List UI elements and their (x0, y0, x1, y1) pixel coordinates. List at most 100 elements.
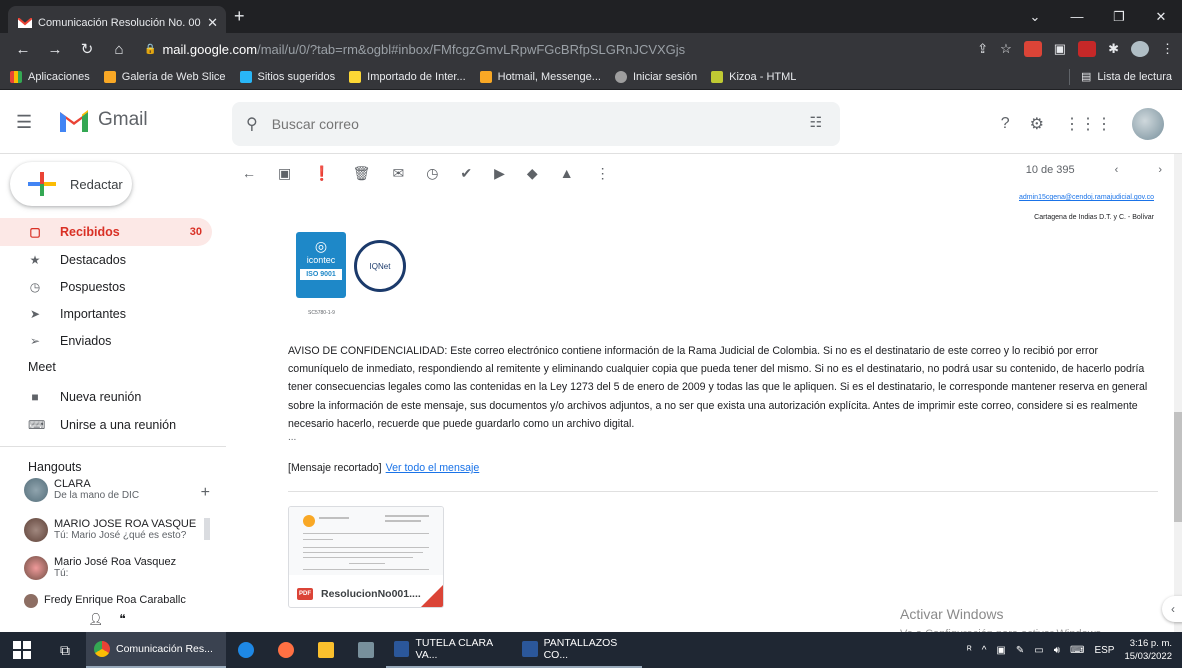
sidebar-item-inbox[interactable]: ▢ Recibidos 30 (0, 218, 212, 246)
extension-lock-icon[interactable]: ▣ (1054, 41, 1066, 57)
extension-abp-icon[interactable] (1023, 41, 1042, 57)
back-to-inbox-icon[interactable]: ← (242, 165, 256, 181)
new-tab-button[interactable]: + (234, 6, 245, 27)
meet-join-meeting[interactable]: ⌨ Unirse a una reunión (0, 411, 212, 439)
hangout-contact-clara[interactable]: CLARA De la mano de DIC + (24, 478, 214, 502)
page-scrollbar[interactable] (1174, 154, 1182, 632)
clock[interactable]: 3:16 p. m. 15/03/2022 (1124, 637, 1172, 663)
bookmark-web-slice[interactable]: Galería de Web Slice (103, 71, 226, 83)
bookmark-iniciar[interactable]: Iniciar sesión (614, 71, 697, 83)
bookmark-label: Kizoa - HTML (729, 71, 797, 83)
bookmark-label: Importado de Inter... (367, 71, 466, 83)
bookmark-hotmail[interactable]: Hotmail, Messenge... (479, 71, 601, 83)
back-icon[interactable]: ← (14, 41, 32, 58)
tab-search-icon[interactable]: ⌄ (1014, 0, 1056, 33)
pen-icon[interactable]: ✎ (1016, 645, 1024, 656)
bookmark-kizoa[interactable]: Kizoa - HTML (711, 71, 796, 83)
taskbar-word-tutela[interactable]: TUTELA CLARA VA... (386, 632, 514, 668)
taskbar-word-pantallazos[interactable]: PANTALLAZOS CO... (514, 632, 642, 668)
hangout-contact-mario-2[interactable]: Mario José Roa Vasquez Tú: (24, 556, 214, 580)
browser-menu-icon[interactable]: ⋮ (1161, 41, 1174, 57)
tray-app-icon[interactable]: ▣ (996, 645, 1005, 656)
hangout-contact-fredy[interactable]: Fredy Enrique Roa Caraballc (24, 594, 214, 610)
sidebar-item-label: Destacados (60, 253, 127, 267)
start-button[interactable] (0, 632, 44, 668)
view-full-message-link[interactable]: Ver todo el mensaje (386, 462, 480, 474)
taskbar-firefox[interactable] (266, 632, 306, 668)
forward-icon[interactable]: → (46, 41, 64, 58)
search-input[interactable] (271, 116, 772, 132)
main-menu-icon[interactable]: ☰ (16, 112, 32, 133)
move-to-icon[interactable]: ▶ (494, 165, 505, 182)
restore-icon[interactable]: ❐ (1098, 0, 1140, 33)
iqnet-logo: IQNet (354, 240, 406, 292)
sidebar-item-important[interactable]: ➤ Importantes (0, 300, 212, 328)
add-contact-icon[interactable]: + (201, 484, 210, 502)
settings-gear-icon[interactable]: ⚙ (1030, 114, 1044, 134)
search-options-icon[interactable]: ☷ (809, 114, 822, 131)
sidebar-divider (0, 446, 226, 447)
bookmark-aplicaciones[interactable]: Aplicaciones (10, 71, 90, 83)
taskbar-explorer[interactable] (306, 632, 346, 668)
hangout-contact-mario-1[interactable]: MARIO JOSE ROA VASQUE Tú: Mario José ¿qu… (24, 518, 214, 542)
task-view-icon[interactable]: ⧉ (44, 632, 86, 668)
add-task-icon[interactable]: ✔ (460, 165, 472, 182)
browser-tab[interactable]: Comunicación Resolución No. 00 ✕ (8, 6, 226, 33)
archive-icon[interactable]: ▣ (278, 165, 291, 182)
close-tab-icon[interactable]: ✕ (207, 15, 218, 31)
signature-email-link[interactable]: admin15cgena@cendoj.ramajudicial.gov.co (1019, 194, 1154, 201)
apps-grid-icon (10, 71, 22, 83)
show-side-panel-button[interactable]: ‹ (1162, 596, 1182, 622)
reading-list-button[interactable]: ▤ Lista de lectura (1081, 70, 1172, 84)
delete-trash-icon[interactable]: 🗑︎ (353, 165, 371, 182)
person-icon[interactable]: 👤︎ (88, 612, 103, 626)
newer-chevron-icon[interactable]: ‹ (1115, 164, 1119, 176)
extensions-puzzle-icon[interactable]: ✱ (1108, 41, 1119, 57)
extension-red-icon[interactable] (1078, 41, 1097, 57)
pager-count: 10 de 395 (1025, 164, 1075, 176)
trimmed-content-dots[interactable]: ... (288, 432, 296, 443)
sidebar-item-sent[interactable]: ➢ Enviados (0, 327, 212, 355)
keyboard-icon[interactable]: ⌨ (1070, 645, 1084, 656)
search-icon[interactable]: ⚲ (246, 114, 258, 134)
attachment-card[interactable]: PDF ResolucionNo001.... (288, 506, 444, 608)
taskbar-chrome-window[interactable]: Comunicación Res... (86, 632, 226, 668)
report-spam-icon[interactable]: ❗ (313, 165, 330, 182)
bookmark-star-icon[interactable]: ☆ (1000, 41, 1012, 57)
hangouts-quote-icon[interactable]: ❝ (119, 612, 125, 626)
snooze-clock-icon[interactable]: ◷ (426, 165, 438, 182)
gmail-logo[interactable]: Gmail (58, 108, 148, 132)
battery-icon[interactable]: ▭ (1034, 645, 1043, 656)
help-icon[interactable]: ? (1001, 115, 1010, 133)
close-window-icon[interactable]: ✕ (1140, 0, 1182, 33)
add-on-icon[interactable]: ▲ (560, 165, 574, 181)
label-icon[interactable]: ◆ (527, 165, 538, 182)
more-options-icon[interactable]: ⋮ (596, 165, 610, 182)
people-icon[interactable]: ᴿ (967, 645, 972, 656)
minimize-icon[interactable]: — (1056, 0, 1098, 33)
compose-button[interactable]: Redactar (10, 162, 132, 206)
show-hidden-icons[interactable]: ^ (982, 645, 987, 656)
profile-avatar-icon[interactable] (1131, 41, 1149, 57)
scrollbar-thumb[interactable] (1174, 412, 1182, 522)
hangouts-scrollbar[interactable] (204, 518, 210, 540)
bookmark-sitios[interactable]: Sitios sugeridos (239, 71, 335, 83)
meet-new-meeting[interactable]: ■ Nueva reunión (0, 383, 212, 411)
volume-icon[interactable]: 🔊︎ (1054, 645, 1060, 656)
account-avatar[interactable] (1132, 108, 1164, 140)
taskbar-edge[interactable] (226, 632, 266, 668)
gmail-wordmark: Gmail (98, 109, 148, 130)
taskbar-calculator[interactable] (346, 632, 386, 668)
bookmark-importado[interactable]: Importado de Inter... (349, 71, 466, 83)
reload-icon[interactable]: ↻ (78, 40, 96, 58)
mark-unread-icon[interactable]: ✉ (392, 165, 404, 182)
sidebar-item-starred[interactable]: ★ Destacados (0, 246, 212, 274)
sidebar-item-snoozed[interactable]: ◷ Pospuestos (0, 273, 212, 301)
input-language[interactable]: ESP (1094, 645, 1114, 656)
url-field[interactable]: 🔒 mail.google.com/mail/u/0/?tab=rm&ogbl#… (144, 36, 1044, 62)
home-icon[interactable]: ⌂ (110, 41, 128, 58)
taskbar-item-label: PANTALLAZOS CO... (543, 637, 618, 661)
older-chevron-icon[interactable]: › (1158, 164, 1162, 176)
apps-grid-icon[interactable]: ⋮⋮⋮ (1064, 114, 1112, 134)
share-icon[interactable]: ⇪ (977, 41, 988, 57)
